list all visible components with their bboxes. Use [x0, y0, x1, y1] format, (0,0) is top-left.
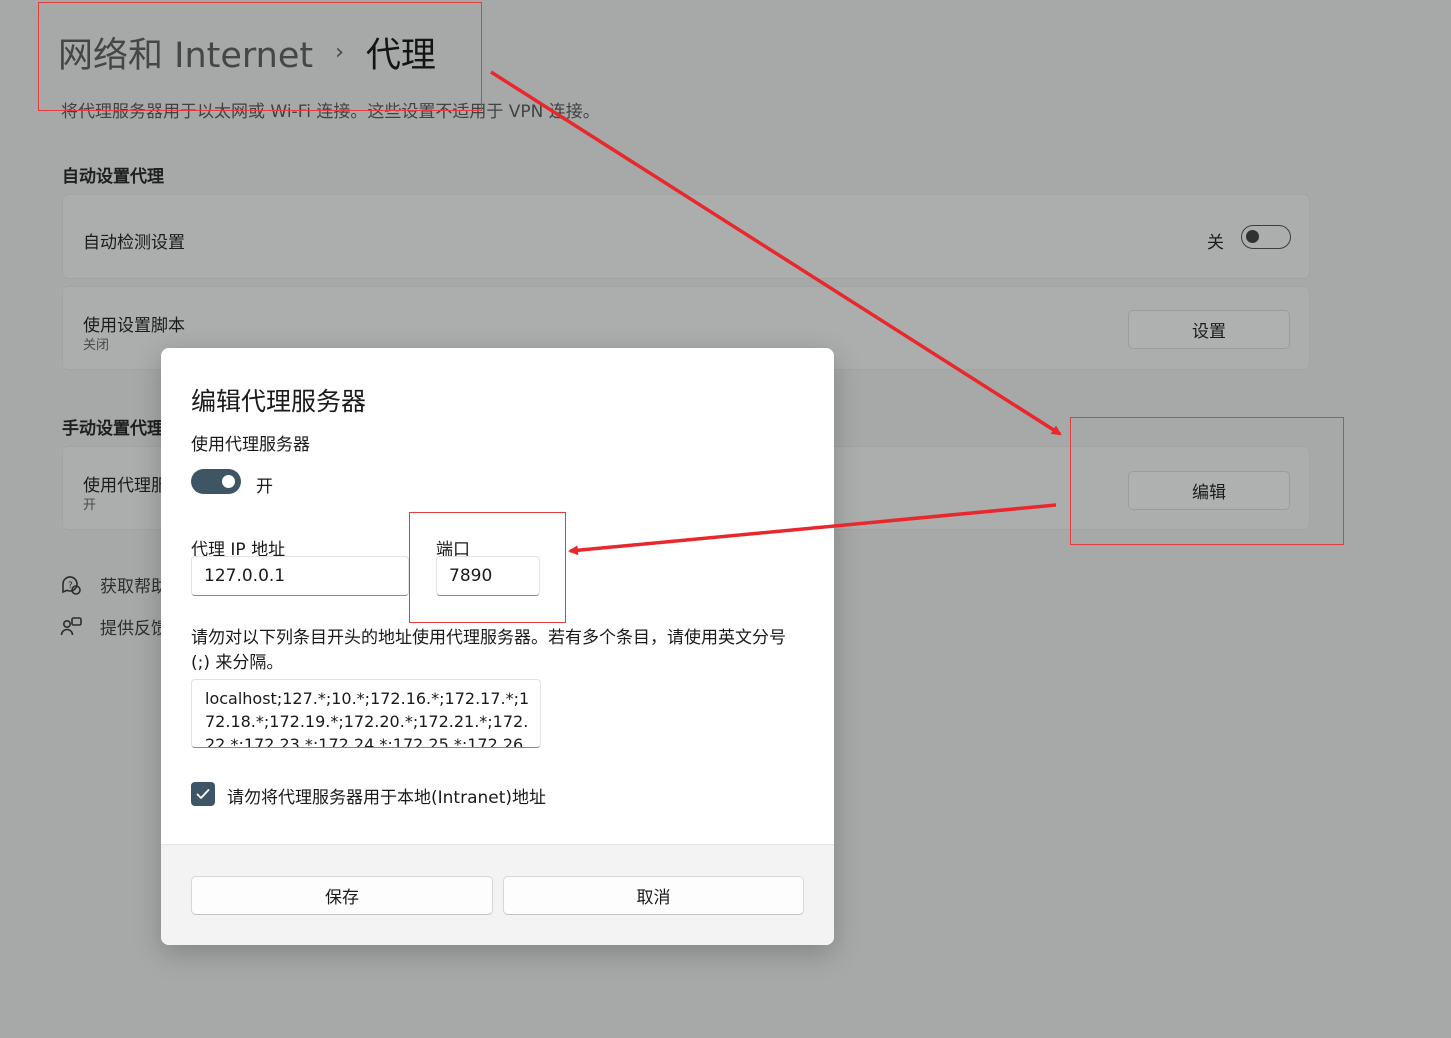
cancel-button[interactable]: 取消: [503, 876, 804, 915]
exceptions-hint-line1: 请勿对以下列条目开头的地址使用代理服务器。若有多个条目，请使用英文分号: [191, 628, 786, 648]
section-title-auto-proxy: 自动设置代理: [62, 167, 164, 187]
use-proxy-server-label: 使用代理服务器: [191, 435, 310, 455]
use-proxy-status: 开: [83, 498, 97, 513]
use-proxy-toggle[interactable]: [191, 469, 241, 494]
get-help-link[interactable]: ? 获取帮助: [60, 572, 168, 597]
exceptions-textarea[interactable]: localhost;127.*;10.*;172.16.*;172.17.*;1…: [191, 679, 541, 748]
checkmark-icon: [196, 789, 210, 799]
annotation-box-breadcrumb: [38, 2, 482, 111]
proxy-ip-input[interactable]: 127.0.0.1: [191, 556, 409, 596]
dialog-footer: 保存 取消: [161, 844, 834, 945]
auto-detect-card: 自动检测设置 关: [62, 194, 1310, 279]
annotation-box-port: [409, 512, 566, 623]
exceptions-hint-line2: (;) 来分隔。: [191, 653, 284, 673]
feedback-icon: [60, 616, 82, 635]
toggle-knob: [222, 475, 235, 488]
get-help-label: 获取帮助: [100, 577, 168, 597]
auto-detect-label: 自动检测设置: [83, 233, 185, 253]
dialog-title: 编辑代理服务器: [191, 387, 367, 416]
auto-detect-state-text: 关: [1207, 233, 1224, 253]
auto-detect-toggle[interactable]: [1241, 225, 1291, 249]
section-title-manual-proxy: 手动设置代理: [62, 419, 164, 439]
toggle-knob: [1246, 230, 1259, 243]
toggle-state-text: 开: [256, 477, 273, 497]
setup-script-label: 使用设置脚本: [83, 316, 185, 336]
bypass-local-checkbox[interactable]: [191, 782, 215, 806]
setup-script-button[interactable]: 设置: [1128, 310, 1290, 349]
save-button[interactable]: 保存: [191, 876, 493, 915]
help-icon: ?: [62, 575, 81, 595]
give-feedback-link[interactable]: 提供反馈: [60, 614, 168, 639]
annotation-box-edit-button: [1070, 417, 1344, 545]
give-feedback-label: 提供反馈: [100, 619, 168, 639]
edit-proxy-dialog: 编辑代理服务器 使用代理服务器 开 代理 IP 地址 127.0.0.1 端口 …: [161, 348, 834, 945]
setup-script-status: 关闭: [83, 338, 110, 353]
bypass-local-label: 请勿将代理服务器用于本地(Intranet)地址: [227, 788, 547, 808]
